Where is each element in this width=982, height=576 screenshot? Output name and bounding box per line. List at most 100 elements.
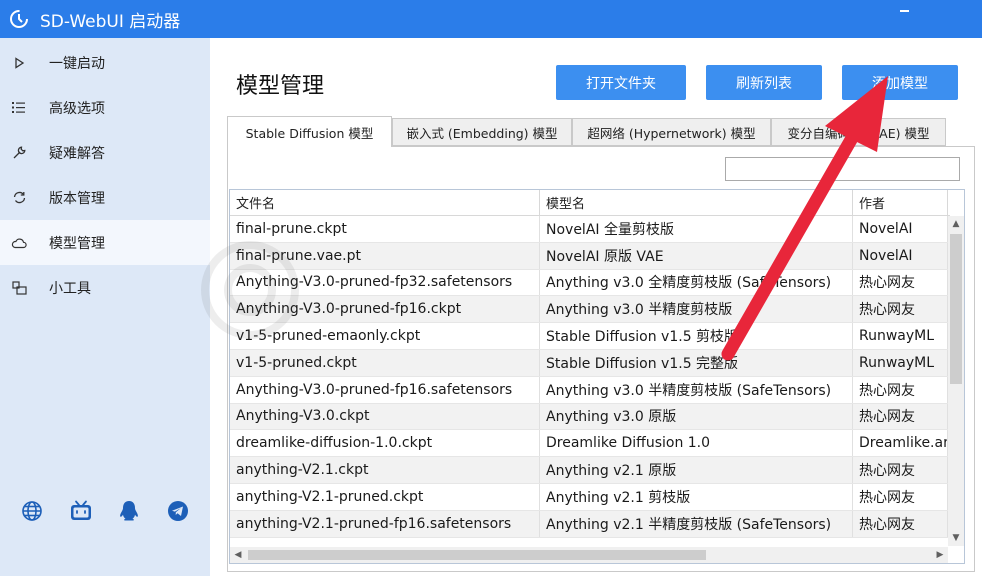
telegram-icon[interactable]	[166, 499, 190, 523]
cell-author: RunwayML	[853, 323, 948, 349]
cell-filename: anything-V2.1.ckpt	[230, 457, 540, 483]
tab-stable-diffusion[interactable]: Stable Diffusion 模型	[227, 116, 392, 147]
globe-icon[interactable]	[20, 499, 44, 523]
cell-model-name: NovelAI 原版 VAE	[540, 242, 853, 269]
model-type-tabs: Stable Diffusion 模型 嵌入式 (Embedding) 模型 超…	[227, 116, 975, 147]
table-row[interactable]: dreamlike-diffusion-1.0.ckpt Dreamlike Di…	[230, 430, 948, 458]
sidebar-item-advanced[interactable]: 高级选项	[0, 85, 210, 130]
cell-filename: final-prune.vae.pt	[230, 242, 540, 269]
vertical-scroll-thumb[interactable]	[950, 234, 962, 384]
list-icon	[11, 100, 27, 116]
cell-filename: v1-5-pruned.ckpt	[230, 349, 540, 376]
table-row[interactable]: final-prune.vae.pt NovelAI 原版 VAE NovelAI	[230, 242, 948, 270]
cell-filename: Anything-V3.0.ckpt	[230, 403, 540, 430]
column-header-author[interactable]: 作者	[853, 190, 948, 215]
sidebar-item-label: 版本管理	[49, 190, 105, 207]
cell-author: 热心网友	[853, 269, 948, 296]
cell-model-name: Anything v3.0 全精度剪枝版 (SafeTensors)	[540, 269, 853, 296]
horizontal-scroll-thumb[interactable]	[248, 550, 706, 560]
table-row[interactable]: Anything-V3.0-pruned-fp16.ckpt Anything v…	[230, 296, 948, 324]
cell-author: 热心网友	[853, 296, 948, 323]
sidebar-item-tools[interactable]: 小工具	[0, 265, 210, 310]
cell-author: NovelAI	[853, 242, 948, 269]
cell-filename: final-prune.ckpt	[230, 216, 540, 242]
cell-author: 热心网友	[853, 457, 948, 483]
cell-author: 热心网友	[853, 483, 948, 510]
table-row[interactable]: Anything-V3.0-pruned-fp16.safetensors Any…	[230, 376, 948, 404]
add-model-button[interactable]: 添加模型	[842, 65, 958, 100]
refresh-list-button[interactable]: 刷新列表	[706, 65, 822, 100]
scroll-up-icon[interactable]: ▲	[948, 216, 964, 232]
cell-filename: v1-5-pruned-emaonly.ckpt	[230, 323, 540, 349]
horizontal-scrollbar[interactable]: ◀ ▶	[230, 547, 948, 563]
sidebar-item-label: 疑难解答	[49, 145, 105, 162]
sidebar: 一键启动 高级选项 疑难解答 版本管理 模型管理 小工具	[0, 38, 210, 576]
cell-filename: Anything-V3.0-pruned-fp16.safetensors	[230, 376, 540, 403]
sidebar-item-launch[interactable]: 一键启动	[0, 40, 210, 85]
cell-author: RunwayML	[853, 349, 948, 376]
cell-author: NovelAI	[853, 216, 948, 242]
table-header: 文件名 模型名 作者	[230, 190, 950, 216]
models-table: 文件名 模型名 作者 final-prune.ckpt NovelAI 全量剪枝版…	[229, 189, 965, 564]
table-body: final-prune.ckpt NovelAI 全量剪枝版 NovelAI fina…	[230, 216, 948, 538]
title-bar: SD-WebUI 启动器	[0, 0, 982, 38]
cell-model-name: Anything v2.1 剪枝版	[540, 483, 853, 510]
table-row[interactable]: Anything-V3.0-pruned-fp32.safetensors Any…	[230, 269, 948, 297]
cell-model-name: Stable Diffusion v1.5 剪枝版	[540, 323, 853, 349]
cell-model-name: Stable Diffusion v1.5 完整版	[540, 349, 853, 376]
sidebar-item-label: 小工具	[49, 280, 91, 297]
cell-model-name: Anything v2.1 原版	[540, 457, 853, 483]
cell-model-name: Anything v3.0 原版	[540, 403, 853, 430]
play-icon	[11, 55, 27, 71]
scroll-right-icon[interactable]: ▶	[932, 547, 948, 563]
table-row[interactable]: Anything-V3.0.ckpt Anything v3.0 原版 热心网友	[230, 403, 948, 431]
sidebar-item-models[interactable]: 模型管理	[0, 220, 210, 265]
filter-input[interactable]	[725, 157, 960, 181]
table-row[interactable]: v1-5-pruned-emaonly.ckpt Stable Diffusion…	[230, 323, 948, 350]
cell-filename: Anything-V3.0-pruned-fp16.ckpt	[230, 296, 540, 323]
cell-filename: Anything-V3.0-pruned-fp32.safetensors	[230, 269, 540, 296]
scroll-left-icon[interactable]: ◀	[230, 547, 246, 563]
cell-model-name: NovelAI 全量剪枝版	[540, 216, 853, 242]
sidebar-item-versions[interactable]: 版本管理	[0, 175, 210, 220]
column-header-model-name[interactable]: 模型名	[540, 190, 853, 215]
table-row[interactable]: v1-5-pruned.ckpt Stable Diffusion v1.5 完整…	[230, 349, 948, 377]
page-title: 模型管理	[236, 74, 325, 99]
sidebar-item-label: 模型管理	[49, 235, 105, 252]
cell-model-name: Dreamlike Diffusion 1.0	[540, 430, 853, 457]
cell-filename: anything-V2.1-pruned.ckpt	[230, 483, 540, 510]
table-row[interactable]: anything-V2.1-pruned-fp16.safetensors Any…	[230, 510, 948, 538]
tab-vae[interactable]: 变分自编码器 (VAE) 模型	[771, 118, 946, 146]
sidebar-item-troubleshoot[interactable]: 疑难解答	[0, 130, 210, 175]
tab-hypernetwork[interactable]: 超网络 (Hypernetwork) 模型	[572, 118, 771, 146]
cell-filename: dreamlike-diffusion-1.0.ckpt	[230, 430, 540, 457]
cell-author: Dreamlike.art	[853, 430, 948, 457]
table-row[interactable]: final-prune.ckpt NovelAI 全量剪枝版 NovelAI	[230, 216, 948, 243]
bilibili-icon[interactable]	[69, 499, 93, 523]
window-title: SD-WebUI 启动器	[40, 11, 181, 32]
table-row[interactable]: anything-V2.1-pruned.ckpt Anything v2.1 剪…	[230, 483, 948, 511]
cell-author: 热心网友	[853, 403, 948, 430]
tools-icon	[11, 280, 27, 296]
sidebar-footer	[20, 498, 190, 524]
table-row[interactable]: anything-V2.1.ckpt Anything v2.1 原版 热心网友	[230, 457, 948, 484]
sidebar-item-label: 高级选项	[49, 100, 105, 117]
sidebar-item-label: 一键启动	[49, 55, 105, 72]
cell-author: 热心网友	[853, 510, 948, 537]
cell-model-name: Anything v3.0 半精度剪枝版 (SafeTensors)	[540, 376, 853, 403]
column-header-filename[interactable]: 文件名	[230, 190, 540, 215]
cell-filename: anything-V2.1-pruned-fp16.safetensors	[230, 510, 540, 537]
cell-model-name: Anything v2.1 半精度剪枝版 (SafeTensors)	[540, 510, 853, 537]
minimize-button[interactable]	[896, 4, 918, 18]
tab-embedding[interactable]: 嵌入式 (Embedding) 模型	[392, 118, 572, 146]
scroll-down-icon[interactable]: ▼	[948, 530, 964, 546]
vertical-scrollbar[interactable]: ▲ ▼	[948, 216, 964, 546]
app-logo-icon	[10, 10, 28, 28]
open-folder-button[interactable]: 打开文件夹	[556, 65, 686, 100]
wrench-icon	[11, 145, 27, 161]
cell-author: 热心网友	[853, 376, 948, 403]
qq-icon[interactable]	[117, 499, 141, 523]
cell-model-name: Anything v3.0 半精度剪枝版	[540, 296, 853, 323]
cloud-icon	[11, 235, 27, 251]
sync-icon	[11, 190, 27, 206]
